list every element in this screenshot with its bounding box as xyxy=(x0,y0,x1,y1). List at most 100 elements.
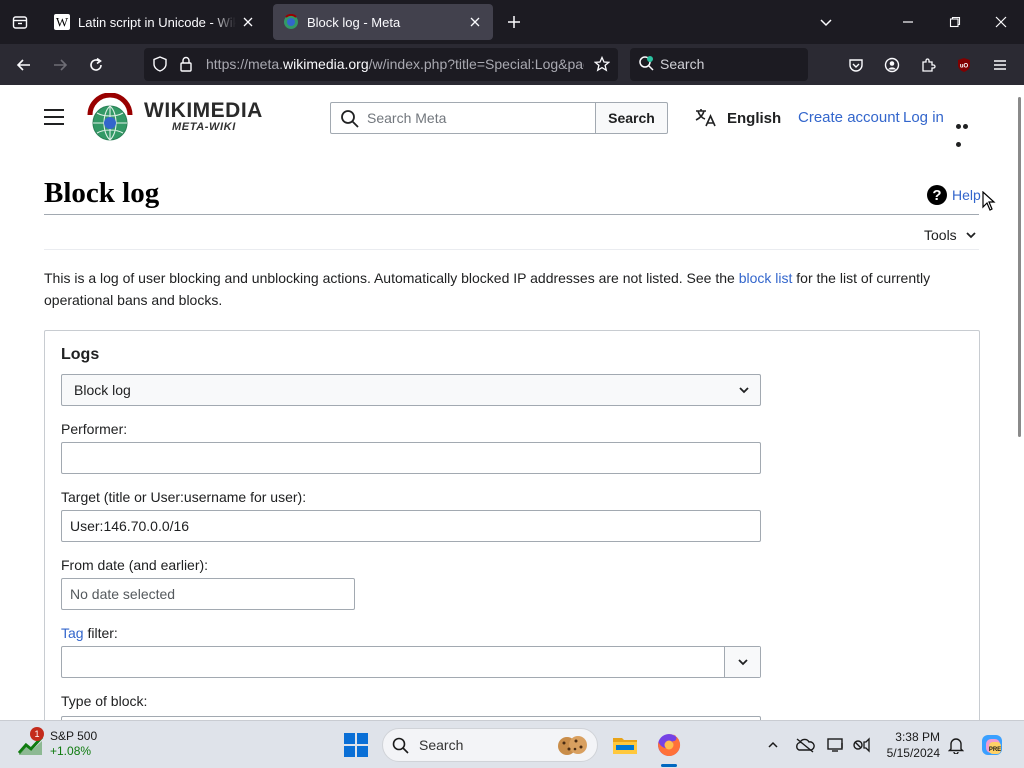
tools-label: Tools xyxy=(924,227,957,243)
block-list-link[interactable]: block list xyxy=(739,270,793,286)
browser-tab-bar: W Latin script in Unicode - Wikipe Block… xyxy=(0,0,1024,44)
url-prefix: https://meta. xyxy=(206,56,284,72)
cookies-icon xyxy=(555,733,589,760)
minimize-icon[interactable] xyxy=(896,10,920,34)
taskbar-search[interactable]: Search xyxy=(382,728,598,762)
forward-icon[interactable] xyxy=(47,52,73,78)
taskbar-search-placeholder: Search xyxy=(419,737,464,753)
logs-form: Logs Block log Performer: Target (title … xyxy=(44,330,980,720)
target-value: User:146.70.0.0/16 xyxy=(70,518,190,534)
tab-title: Block log - Meta xyxy=(307,14,401,30)
tab-block-log[interactable]: Block log - Meta xyxy=(273,4,493,40)
tag-filter-dropdown-button[interactable] xyxy=(724,647,760,677)
intro-text: This is a log of user blocking and unblo… xyxy=(44,267,979,311)
url-text[interactable]: https://meta.wikimedia.org/w/index.php?t… xyxy=(206,56,584,72)
search-icon xyxy=(392,737,409,757)
performer-label: Performer: xyxy=(61,421,128,437)
tag-filter-label: Tag filter: xyxy=(61,625,118,641)
onedrive-offline-icon[interactable] xyxy=(795,735,815,755)
logo-title: WIKIMEDIA xyxy=(144,99,263,122)
windows-taskbar: 1 S&P 500 +1.08% Search 3:38 PM 5/15/202… xyxy=(0,720,1024,768)
firefox-icon[interactable] xyxy=(653,729,685,761)
copilot-icon[interactable]: PRE xyxy=(980,733,1004,757)
back-icon[interactable] xyxy=(11,52,37,78)
search-icon xyxy=(340,109,360,134)
browser-search-placeholder: Search xyxy=(660,56,705,72)
display-icon[interactable] xyxy=(826,735,846,755)
clock-date: 5/15/2024 xyxy=(886,746,940,760)
create-account-link[interactable]: Create account xyxy=(798,109,900,126)
url-suffix: /w/index.php?title=Special:Log&page= xyxy=(368,56,584,72)
wikipedia-w-icon: W xyxy=(54,14,70,30)
extensions-icon[interactable] xyxy=(915,52,941,78)
page-title: Block log xyxy=(44,177,160,209)
stock-change: +1.08% xyxy=(50,744,92,758)
help-link[interactable]: ? Help xyxy=(927,185,981,205)
menu-icon[interactable] xyxy=(987,52,1013,78)
wiki-search-placeholder: Search Meta xyxy=(367,110,447,126)
target-input[interactable]: User:146.70.0.0/16 xyxy=(61,510,761,542)
main-menu-icon[interactable] xyxy=(44,109,64,125)
svg-text:PRE: PRE xyxy=(989,747,1001,753)
chevron-down-icon xyxy=(739,387,749,394)
lock-icon[interactable] xyxy=(179,56,193,77)
language-button[interactable]: English xyxy=(695,108,781,128)
restore-icon[interactable] xyxy=(943,10,967,34)
wikimedia-logo-icon[interactable] xyxy=(84,92,136,145)
close-tab-icon[interactable] xyxy=(467,14,483,30)
tab-title: Latin script in Unicode - Wikipe xyxy=(78,14,236,30)
from-date-input[interactable]: No date selected xyxy=(61,578,355,610)
close-tab-icon[interactable] xyxy=(240,14,256,30)
wikimedia-wordmark[interactable]: WIKIMEDIA META-WIKI xyxy=(144,99,263,133)
search-engine-icon xyxy=(638,55,656,76)
tab-list-icon[interactable] xyxy=(6,8,34,36)
stock-widget[interactable]: 1 S&P 500 +1.08% xyxy=(18,727,98,759)
help-icon: ? xyxy=(927,185,947,205)
chevron-up-icon[interactable] xyxy=(763,735,783,755)
tools-dropdown[interactable]: Tools xyxy=(924,227,977,243)
mouse-cursor-icon xyxy=(982,190,996,216)
tag-link[interactable]: Tag xyxy=(61,625,84,641)
tracking-protection-icon[interactable] xyxy=(152,56,168,77)
translate-icon xyxy=(695,109,716,127)
windows-start-icon[interactable] xyxy=(344,733,368,757)
page-scrollbar[interactable] xyxy=(1016,85,1024,720)
log-in-link[interactable]: Log in xyxy=(903,109,944,126)
toolbar-divider xyxy=(44,249,979,250)
tab-latin-script[interactable]: W Latin script in Unicode - Wikipe xyxy=(44,4,266,40)
wiki-search-input[interactable]: Search Meta xyxy=(330,102,596,134)
more-options-icon[interactable] xyxy=(956,116,976,147)
url-bar[interactable]: https://meta.wikimedia.org/w/index.php?t… xyxy=(144,48,618,81)
url-domain: wikimedia.org xyxy=(283,56,369,72)
notification-bell-icon[interactable] xyxy=(946,735,966,755)
tag-filter-combobox[interactable] xyxy=(61,646,761,678)
browser-search-bar[interactable]: Search xyxy=(630,48,808,81)
tag-filter-suffix: filter: xyxy=(83,625,118,641)
file-explorer-icon[interactable] xyxy=(609,729,641,761)
target-label: Target (title or User:username for user)… xyxy=(61,489,307,505)
performer-input[interactable] xyxy=(61,442,761,474)
pocket-icon[interactable] xyxy=(843,52,869,78)
wiki-search-button[interactable]: Search xyxy=(595,102,668,134)
ublock-origin-icon[interactable]: uO xyxy=(951,52,977,78)
chevron-down-icon[interactable] xyxy=(814,10,838,34)
log-type-select[interactable]: Block log xyxy=(61,374,761,406)
account-icon[interactable] xyxy=(879,52,905,78)
title-divider xyxy=(44,214,979,215)
scrollbar-thumb[interactable] xyxy=(1018,97,1021,437)
chevron-down-icon xyxy=(737,659,748,666)
bookmark-star-icon[interactable] xyxy=(593,55,611,77)
type-of-block-label: Type of block: xyxy=(61,693,148,709)
network-volume-icon[interactable] xyxy=(852,735,872,755)
clock-time: 3:38 PM xyxy=(895,730,940,744)
system-clock[interactable]: 3:38 PM 5/15/2024 xyxy=(880,729,940,761)
stock-name: S&P 500 xyxy=(50,729,98,743)
browser-nav-bar: https://meta.wikimedia.org/w/index.php?t… xyxy=(0,44,1024,85)
language-label: English xyxy=(727,109,782,127)
close-window-icon[interactable] xyxy=(989,10,1013,34)
from-date-placeholder: No date selected xyxy=(70,586,176,602)
web-page: WIKIMEDIA META-WIKI Search Meta Search E… xyxy=(0,85,1016,720)
intro-before: This is a log of user blocking and unblo… xyxy=(44,270,739,286)
reload-icon[interactable] xyxy=(83,52,109,78)
new-tab-icon[interactable] xyxy=(502,10,526,34)
